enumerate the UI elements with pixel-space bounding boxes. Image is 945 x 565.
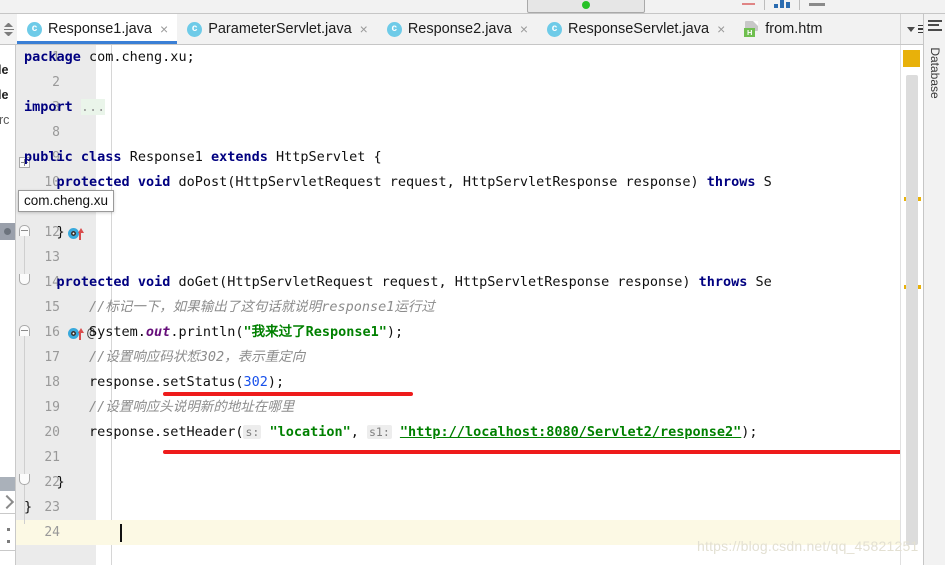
toolbar-separator — [764, 0, 765, 10]
settings-icon[interactable] — [809, 2, 825, 6]
code-line[interactable]: //设置响应头说明新的地址在哪里 — [24, 395, 294, 420]
line-number: 21 — [44, 450, 60, 465]
code-line[interactable]: } — [24, 495, 32, 520]
project-node-fragment-3[interactable]: rc — [0, 113, 9, 127]
right-tool-window-bar[interactable]: Database — [923, 14, 945, 565]
gutter-marker-line-10[interactable] — [68, 225, 84, 243]
editor-tab-bar: c Response1.java × c ParameterServlet.ja… — [0, 14, 945, 45]
panel-divider — [0, 513, 15, 514]
java-class-icon: c — [27, 21, 42, 37]
code-line[interactable]: //设置响应码状惁302，表示重定向 — [24, 345, 305, 370]
step-out-icon[interactable] — [698, 0, 711, 13]
java-class-icon: c — [187, 21, 203, 37]
tab-label: ParameterServlet.java — [208, 21, 352, 37]
line-number: 2 — [52, 75, 60, 90]
view-breakpoints-icon[interactable] — [774, 0, 790, 8]
redline-annotation-setstatus — [163, 392, 413, 396]
code-line[interactable]: protected void doPost(HttpServletRequest… — [24, 170, 772, 195]
tab-label: ResponseServlet.java — [568, 21, 710, 37]
code-tooltip: com.cheng.xu — [18, 190, 115, 212]
run-configuration-box[interactable] — [527, 0, 645, 13]
code-line[interactable]: } — [24, 470, 65, 495]
intellij-idea-window: c Response1.java × c ParameterServlet.ja… — [0, 0, 945, 565]
tab-parameterservlet-java[interactable]: c ParameterServlet.java × — [177, 14, 377, 44]
close-icon[interactable]: × — [717, 22, 725, 36]
debug-toolbar-icons — [505, 0, 825, 13]
toolbar-separator-2 — [799, 0, 800, 10]
project-node-fragment-2[interactable]: le — [0, 88, 8, 102]
project-node-fragment-1[interactable]: le — [0, 63, 8, 77]
tab-label: from.htm — [765, 21, 823, 37]
line-number: 13 — [44, 250, 60, 265]
tab-label: Response1.java — [48, 21, 152, 37]
java-class-icon: c — [547, 21, 563, 37]
step-over-icon[interactable] — [654, 0, 667, 13]
code-line[interactable]: System.out.println("我来过了Response1"); — [24, 320, 403, 345]
close-icon[interactable]: × — [360, 22, 368, 36]
chevron-down-icon — [906, 26, 915, 32]
code-line[interactable]: //标记一下，如果输出了这句话就说明response1运行过 — [24, 295, 435, 320]
tab-response2-java[interactable]: c Response2.java × — [376, 14, 538, 44]
code-line[interactable]: } — [24, 220, 65, 245]
inspection-status-indicator[interactable] — [903, 50, 920, 67]
code-line[interactable]: response.setHeader(s: "location", s1: "h… — [24, 420, 758, 445]
redline-annotation-setheader — [163, 450, 913, 454]
panel-divider-2 — [0, 550, 15, 551]
html-icon-letter: H — [744, 28, 756, 37]
project-scrollbar-thumb[interactable] — [0, 477, 15, 491]
close-icon[interactable]: × — [160, 22, 168, 36]
more-options-icon[interactable] — [0, 519, 15, 552]
code-line[interactable]: public class Response1 extends HttpServl… — [24, 145, 382, 170]
editor-scrollbar-thumb[interactable] — [906, 75, 918, 545]
line-number: 24 — [44, 525, 60, 540]
close-icon[interactable]: × — [520, 22, 528, 36]
tab-scroll-handle[interactable] — [0, 14, 17, 44]
tab-from-html[interactable]: H from.htm — [734, 14, 832, 44]
tab-label: Response2.java — [407, 21, 512, 37]
tab-response1-java[interactable]: c Response1.java × — [17, 14, 178, 44]
tab-responseservlet-java[interactable]: c ResponseServlet.java × — [537, 14, 735, 44]
line-number: 8 — [52, 125, 60, 140]
code-line[interactable]: package com.cheng.xu; — [24, 45, 195, 70]
code-editor[interactable]: 12389101112131415161718192021222324 @ pa… — [16, 45, 945, 565]
run-to-cursor-icon[interactable] — [720, 0, 733, 13]
text-caret — [120, 524, 122, 542]
project-tool-window-edge[interactable]: le le rc Se — [0, 45, 16, 565]
debug-down-icon[interactable] — [505, 0, 518, 13]
tool-window-database[interactable]: Database — [928, 45, 942, 101]
mute-breakpoints-icon[interactable] — [742, 3, 755, 5]
code-line[interactable]: import ... — [24, 95, 106, 120]
line-number: 23 — [44, 500, 60, 515]
error-stripe-gutter[interactable] — [900, 45, 923, 565]
code-line[interactable]: protected void doGet(HttpServletRequest … — [24, 270, 772, 295]
main-toolbar — [0, 0, 945, 14]
html-file-icon: H — [744, 21, 759, 37]
watermark: https://blog.csdn.net/qq_45821251 — [697, 538, 919, 554]
step-into-icon[interactable] — [676, 0, 689, 13]
project-selected-node[interactable] — [0, 223, 15, 240]
java-class-icon: c — [386, 21, 402, 37]
expand-arrow-icon[interactable] — [0, 494, 15, 510]
database-icon[interactable] — [928, 20, 942, 34]
